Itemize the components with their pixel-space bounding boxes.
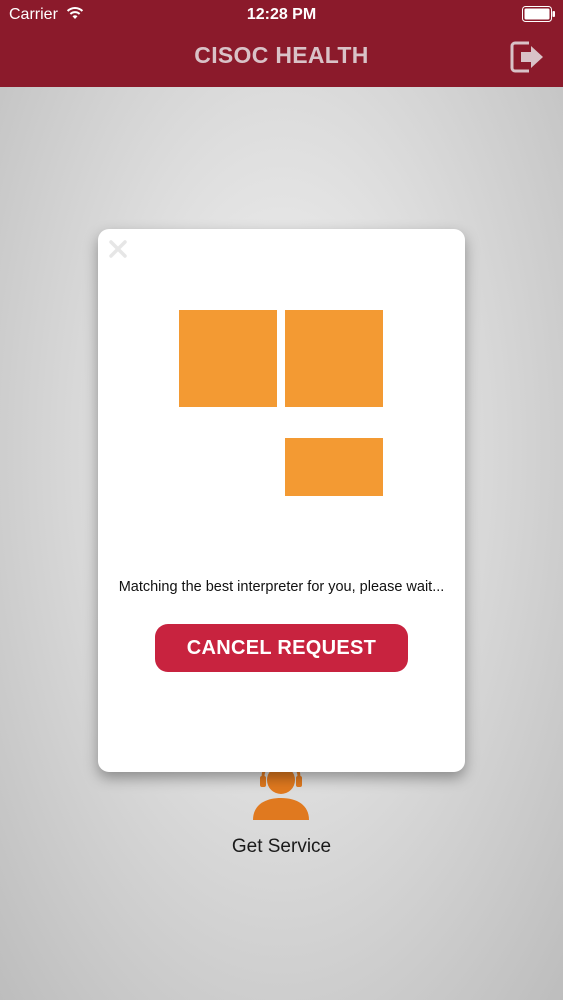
loader-square bbox=[179, 310, 277, 407]
status-time: 12:28 PM bbox=[246, 6, 317, 23]
status-bar: Carrier 12:28 PM bbox=[0, 0, 563, 30]
app-screen: Carrier 12:28 PM CISOC HEALTH Get Servic… bbox=[0, 0, 563, 1000]
battery-icon bbox=[522, 6, 555, 22]
matching-status-message: Matching the best interpreter for you, p… bbox=[118, 579, 445, 595]
logout-icon[interactable] bbox=[509, 38, 547, 76]
matching-dialog: Matching the best interpreter for you, p… bbox=[98, 229, 465, 772]
loader-square bbox=[285, 310, 383, 407]
get-service-label[interactable]: Get Service bbox=[0, 836, 563, 858]
loading-animation bbox=[98, 229, 465, 529]
app-header: Carrier 12:28 PM CISOC HEALTH bbox=[0, 0, 563, 87]
loader-square bbox=[285, 438, 383, 496]
cancel-request-button[interactable]: CANCEL REQUEST bbox=[155, 624, 408, 672]
page-title: CISOC HEALTH bbox=[194, 42, 369, 68]
